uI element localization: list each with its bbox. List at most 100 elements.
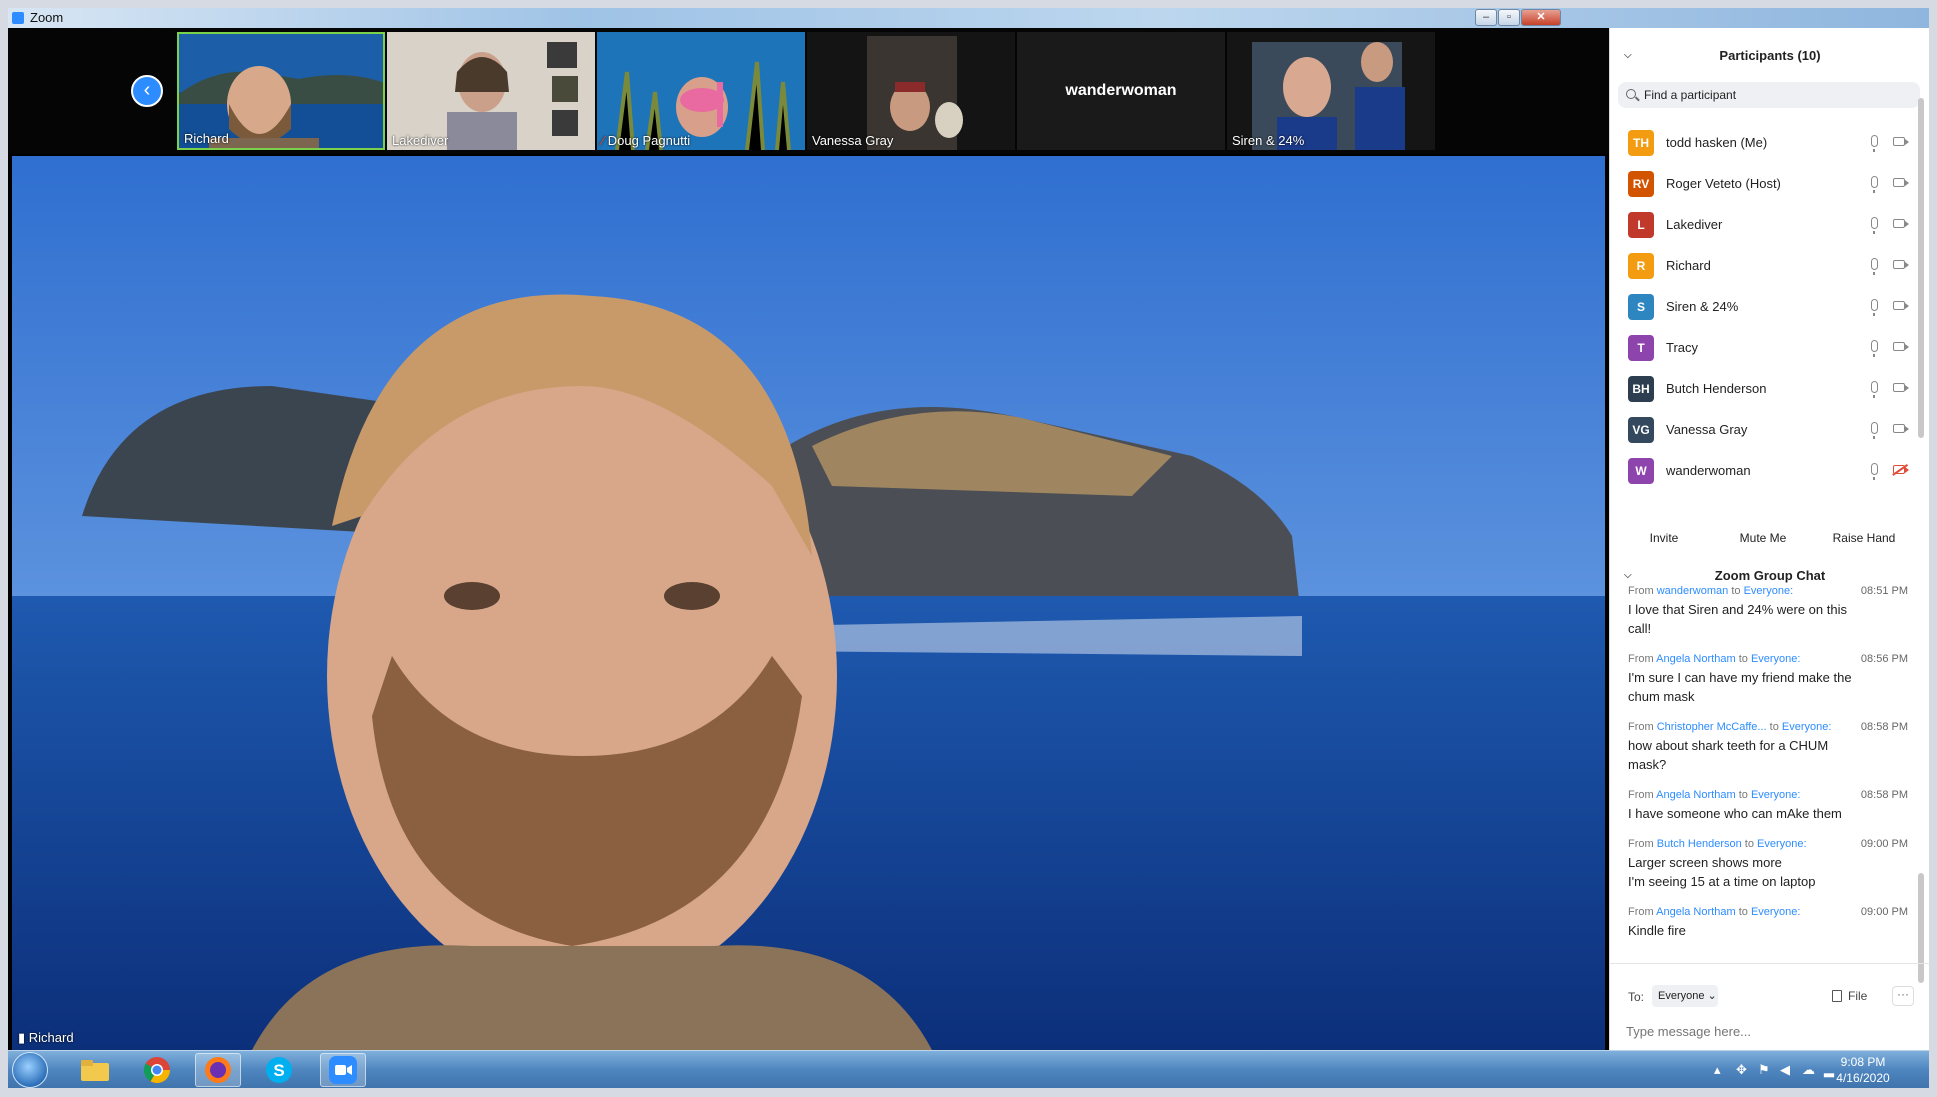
minimize-button[interactable]: – xyxy=(1475,9,1497,26)
mute-me-button[interactable]: Mute Me xyxy=(1728,526,1798,550)
chrome-taskbar-button[interactable] xyxy=(134,1053,180,1087)
thumbnail-name: ⁄ Doug Pagnutti xyxy=(602,133,691,148)
video-thumbnail[interactable]: Richard xyxy=(177,32,385,150)
folder-icon xyxy=(81,1060,109,1081)
clock-date[interactable]: 4/16/2020 xyxy=(1823,1071,1903,1085)
screen: Zoom – ▫ ✕ ‹ Richard Lakediver ⁄ Doug Pa… xyxy=(0,0,1937,1097)
participant-name: Roger Veteto (Host) xyxy=(1666,176,1781,191)
microphone-icon[interactable] xyxy=(1871,176,1878,193)
video-thumbnail[interactable]: Siren & 24% xyxy=(1227,32,1435,150)
dropbox-icon[interactable]: ✥ xyxy=(1736,1062,1747,1078)
participant-row[interactable]: TH todd hasken (Me) xyxy=(1610,122,1930,163)
chat-message: From Angela Northam to Everyone: 08:58 PM… xyxy=(1628,789,1908,823)
camera-icon[interactable] xyxy=(1893,342,1909,351)
camera-icon[interactable] xyxy=(1893,301,1909,310)
microphone-icon[interactable] xyxy=(1871,422,1878,439)
chat-message: From Christopher McCaffe... to Everyone:… xyxy=(1628,721,1908,774)
participant-row[interactable]: S Siren & 24% xyxy=(1610,286,1930,327)
message-recipient: Everyone: xyxy=(1781,721,1832,733)
window-title: Zoom xyxy=(30,10,64,25)
microphone-icon[interactable] xyxy=(1871,463,1878,480)
thumbnail-name: wanderwoman xyxy=(1065,82,1177,99)
collapse-participants-chevron-icon[interactable]: ⌵ xyxy=(1624,42,1632,70)
maximize-button[interactable]: ▫ xyxy=(1498,9,1520,26)
video-area: ‹ Richard Lakediver ⁄ Doug Pagnutti Vane… xyxy=(8,28,1609,1050)
to-label: To: xyxy=(1628,990,1645,1004)
firefox-taskbar-button[interactable] xyxy=(195,1053,241,1087)
microphone-icon[interactable] xyxy=(1871,217,1878,234)
previous-page-button[interactable]: ‹ xyxy=(131,75,163,107)
microphone-icon[interactable] xyxy=(1871,299,1878,316)
invite-button[interactable]: Invite xyxy=(1634,526,1694,550)
participant-row[interactable]: VG Vanessa Gray xyxy=(1610,409,1930,450)
video-thumbnail[interactable]: wanderwoman xyxy=(1017,32,1225,150)
microphone-icon[interactable] xyxy=(1871,135,1878,152)
search-icon xyxy=(1626,89,1636,99)
message-recipient: Everyone: xyxy=(1750,789,1801,801)
recipient-select[interactable]: Everyone ⌄ xyxy=(1652,985,1718,1007)
camera-icon[interactable] xyxy=(1893,260,1909,269)
camera-icon[interactable] xyxy=(1893,383,1909,392)
microphone-icon[interactable] xyxy=(1871,381,1878,398)
thumbnail-name: Lakediver xyxy=(392,133,449,148)
side-panel: ⌵ Participants (10) Find a participant T… xyxy=(1609,28,1930,1050)
camera-icon[interactable] xyxy=(1893,424,1909,433)
zoom-app-icon xyxy=(12,12,24,24)
chat-message: From Angela Northam to Everyone: 08:56 PM… xyxy=(1628,653,1908,706)
message-sender: Angela Northam xyxy=(1656,789,1736,801)
clock-time[interactable]: 9:08 PM xyxy=(1823,1055,1903,1069)
chat-message: From wanderwoman to Everyone: 08:51 PM I … xyxy=(1628,585,1908,638)
participant-row[interactable]: L Lakediver xyxy=(1610,204,1930,245)
participant-row[interactable]: Wwanderwoman xyxy=(1610,450,1930,491)
chevron-down-icon: ⌄ xyxy=(1707,990,1717,1002)
video-thumbnail[interactable]: ⁄ Doug Pagnutti xyxy=(597,32,805,150)
message-time: 08:58 PM xyxy=(1860,789,1908,801)
message-sender: Christopher McCaffe... xyxy=(1656,721,1767,733)
camera-icon[interactable] xyxy=(1893,178,1909,187)
participant-row[interactable]: BH Butch Henderson xyxy=(1610,368,1930,409)
participant-name: Richard xyxy=(1666,258,1711,273)
message-meta: From Angela Northam to Everyone: 08:58 PM xyxy=(1628,789,1908,801)
close-button[interactable]: ✕ xyxy=(1521,9,1561,26)
message-sender: Butch Henderson xyxy=(1656,838,1742,850)
avatar: VG xyxy=(1628,416,1654,443)
participant-row[interactable]: R Richard xyxy=(1610,245,1930,286)
microphone-icon[interactable] xyxy=(1871,340,1878,357)
start-button[interactable] xyxy=(12,1052,48,1088)
message-meta: From Butch Henderson to Everyone: 09:00 P… xyxy=(1628,838,1908,850)
avatar: W xyxy=(1628,457,1654,484)
message-recipient: Everyone: xyxy=(1757,838,1807,850)
participants-scrollbar[interactable] xyxy=(1918,98,1924,438)
message-text: I love that Siren and 24% were on this ca… xyxy=(1628,602,1847,636)
cloud-icon[interactable]: ☁ xyxy=(1802,1062,1815,1078)
microphone-icon[interactable] xyxy=(1871,258,1878,275)
speaker-name-label: ▮ Richard xyxy=(18,1030,74,1045)
active-speaker-video[interactable]: ▮ Richard xyxy=(12,156,1605,1050)
more-options-button[interactable]: ··· xyxy=(1892,986,1914,1006)
participant-row[interactable]: T Tracy xyxy=(1610,327,1930,368)
zoom-taskbar-button[interactable] xyxy=(320,1053,366,1087)
participant-name: wanderwoman xyxy=(1666,463,1751,478)
skype-taskbar-button[interactable]: S xyxy=(256,1053,302,1087)
message-recipient: Everyone: xyxy=(1743,585,1794,597)
participant-row[interactable]: RV Roger Veteto (Host) xyxy=(1610,163,1930,204)
raise-hand-button[interactable]: Raise Hand xyxy=(1824,526,1904,550)
action-center-flag-icon[interactable]: ⚑ xyxy=(1758,1062,1770,1078)
video-thumbnail[interactable]: Vanessa Gray xyxy=(807,32,1015,150)
camera-icon[interactable] xyxy=(1893,137,1909,146)
message-meta: From Angela Northam to Everyone: 08:56 PM xyxy=(1628,653,1908,665)
message-text: Larger screen shows more I'm seeing 15 at… xyxy=(1628,855,1816,889)
file-button[interactable]: File xyxy=(1832,985,1867,1007)
gallery-strip: ‹ Richard Lakediver ⁄ Doug Pagnutti Vane… xyxy=(8,28,1609,154)
volume-icon[interactable]: ◀ xyxy=(1780,1062,1790,1078)
show-hidden-icons-icon[interactable]: ▴ xyxy=(1714,1062,1721,1078)
file-explorer-taskbar-button[interactable] xyxy=(72,1053,118,1087)
video-thumbnail[interactable]: Lakediver xyxy=(387,32,595,150)
camera-off-icon[interactable] xyxy=(1893,465,1909,474)
participant-name: Siren & 24% xyxy=(1666,299,1739,314)
participant-search-input[interactable]: Find a participant xyxy=(1618,82,1920,108)
message-time: 08:56 PM xyxy=(1860,653,1908,665)
message-input[interactable] xyxy=(1626,1020,1916,1042)
svg-text:S: S xyxy=(273,1061,284,1080)
camera-icon[interactable] xyxy=(1893,219,1909,228)
